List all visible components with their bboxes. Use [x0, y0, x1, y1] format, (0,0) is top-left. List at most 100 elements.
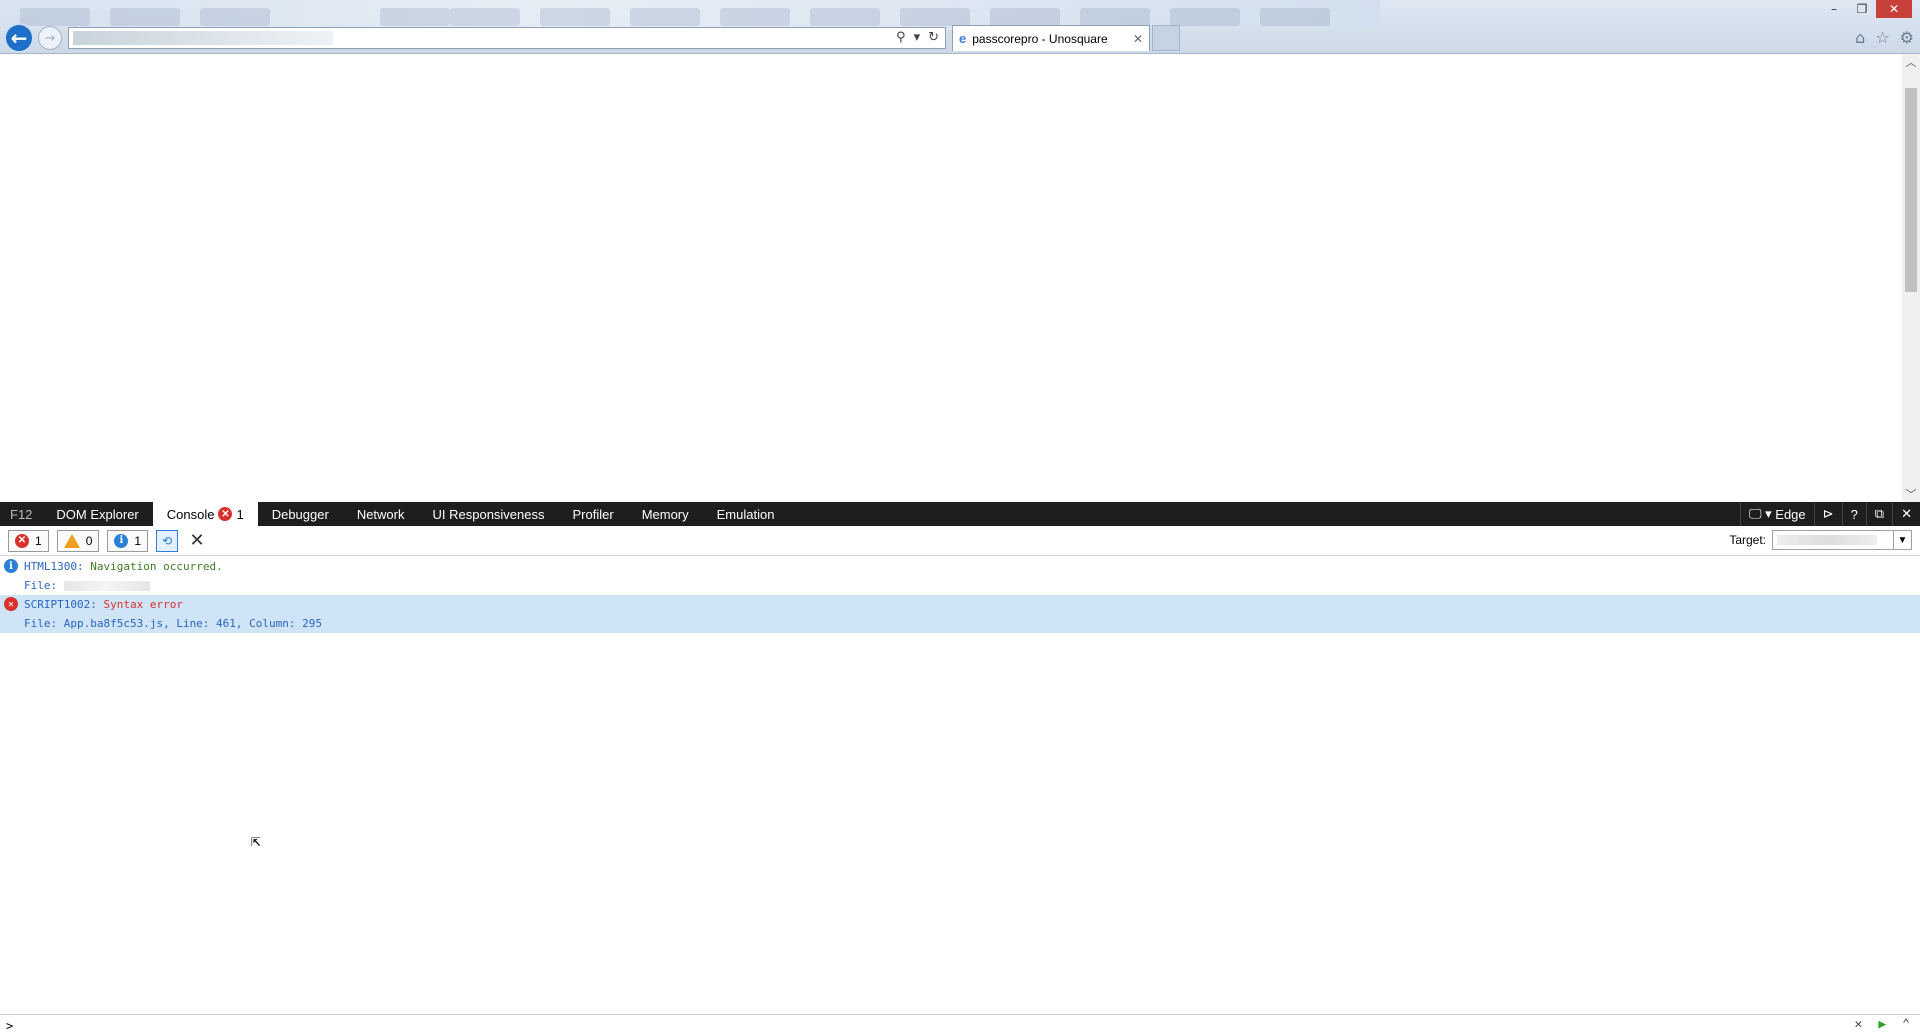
tab-debugger[interactable]: Debugger: [258, 502, 343, 526]
warning-icon: [63, 533, 80, 548]
messages-filter[interactable]: i 1: [107, 529, 149, 552]
console-prompt-icon: ⊳: [1822, 506, 1834, 521]
close-tab-icon[interactable]: ✕: [1133, 32, 1143, 46]
console-message[interactable]: i HTML1300: Navigation occurred. File:: [0, 557, 1920, 595]
clear-icon: ✕: [189, 530, 205, 551]
tab-title: passcorepro - Unosquare: [972, 31, 1108, 46]
refresh-icon[interactable]: ↻: [928, 30, 939, 45]
ie-page-icon: e: [959, 31, 967, 46]
document-mode-label: Edge: [1775, 506, 1806, 522]
console-error-count: 1: [236, 506, 244, 522]
monitor-icon: 🖵: [1748, 506, 1762, 521]
message-text: Navigation occurred.: [90, 560, 223, 573]
help-label: ?: [1850, 506, 1858, 522]
undock-button[interactable]: ⧉: [1865, 502, 1892, 526]
devtools-toolbar: F12 DOM Explorer Console ✕ 1 Debugger Ne…: [0, 502, 1920, 526]
browser-mode-dropdown[interactable]: 🖵 ▾ Edge: [1739, 502, 1814, 526]
warnings-count: 0: [85, 533, 93, 548]
error-icon: ✕: [15, 533, 29, 548]
f12-label: F12: [10, 506, 33, 522]
browser-chrome: – ❐ ✕ ← → ⚲ ▾ ↻ e passcorepro - Unosquar…: [0, 0, 1920, 54]
message-file-link[interactable]: File: App.ba8f5c53.js, Line: 461, Column…: [24, 617, 322, 630]
message-text: Syntax error: [103, 598, 183, 611]
prompt-symbol: >: [6, 1018, 14, 1033]
messages-count: 1: [134, 533, 142, 548]
console-command-line[interactable]: > ✕ ▶ ⌃: [0, 1014, 1920, 1036]
new-tab-button[interactable]: [1152, 25, 1180, 51]
error-icon: ✕: [218, 507, 233, 521]
blurred-url: [73, 31, 333, 45]
address-bar-actions: ⚲ ▾ ↻: [896, 30, 939, 45]
console-toggle-button[interactable]: ⊳: [1813, 502, 1842, 526]
clear-on-navigate-button[interactable]: ⟲: [156, 529, 179, 552]
arrow-left-icon: ←: [10, 26, 28, 50]
tab-label: Debugger: [271, 506, 329, 522]
tab-label: Emulation: [716, 506, 775, 522]
minimize-button[interactable]: –: [1820, 0, 1848, 18]
target-label: Target:: [1729, 533, 1766, 547]
window-controls: – ❐ ✕: [1820, 0, 1912, 18]
navigation-bar: ← → ⚲ ▾ ↻ e passcorepro - Unosquare ✕ ⌂ …: [0, 22, 1920, 54]
tab-label: Console: [166, 506, 215, 522]
address-bar[interactable]: ⚲ ▾ ↻: [68, 27, 946, 49]
run-icon[interactable]: ▶: [1878, 1017, 1886, 1032]
undock-icon: ⧉: [1874, 506, 1885, 521]
chevron-down-icon[interactable]: ▾: [914, 30, 921, 45]
tab-network[interactable]: Network: [343, 502, 419, 526]
errors-filter[interactable]: ✕ 1: [8, 529, 49, 552]
console-output[interactable]: i HTML1300: Navigation occurred. File: ✕…: [0, 557, 1920, 1014]
info-icon: i: [114, 533, 129, 548]
tab-label: DOM Explorer: [56, 506, 139, 522]
command-line-actions: ✕ ▶ ⌃: [1855, 1017, 1910, 1032]
devtools-window-controls: 🖵 ▾ Edge ⊳ ? ⧉ ✕: [1739, 502, 1920, 526]
arrow-right-icon: →: [44, 30, 56, 46]
message-file[interactable]: File:: [24, 579, 57, 592]
clear-input-icon[interactable]: ✕: [1855, 1017, 1863, 1032]
scrollbar-thumb[interactable]: [1905, 88, 1917, 292]
tab-label: UI Responsiveness: [432, 506, 545, 522]
error-icon: ✕: [4, 597, 18, 611]
scroll-up-icon[interactable]: ︿: [1902, 54, 1920, 70]
blurred-file-path: [63, 580, 150, 591]
scroll-down-icon[interactable]: ﹀: [1902, 486, 1920, 502]
message-code: HTML1300:: [24, 560, 84, 573]
tab-label: Memory: [641, 506, 689, 522]
gear-icon[interactable]: ⚙: [1900, 28, 1914, 47]
tab-label: Network: [356, 506, 405, 522]
vertical-scrollbar[interactable]: ︿ ﹀: [1902, 54, 1920, 502]
target-selector: Target: ▼: [1729, 530, 1912, 550]
close-devtools-button[interactable]: ✕: [1892, 502, 1920, 526]
clear-console-button[interactable]: ✕: [186, 530, 208, 552]
restore-button[interactable]: ❐: [1848, 0, 1876, 18]
page-viewport[interactable]: ︿ ﹀: [0, 54, 1920, 502]
back-button[interactable]: ←: [4, 23, 34, 53]
close-window-button[interactable]: ✕: [1876, 0, 1912, 18]
close-icon: ✕: [1901, 506, 1912, 521]
active-browser-tab[interactable]: e passcorepro - Unosquare ✕: [952, 25, 1150, 51]
errors-count: 1: [35, 533, 42, 548]
console-message-selected[interactable]: ✕ SCRIPT1002: Syntax error File: App.ba8…: [0, 595, 1920, 633]
clear-on-navigate-icon: ⟲: [162, 533, 173, 548]
tab-label: Profiler: [572, 506, 614, 522]
chevron-down-icon[interactable]: ▼: [1893, 531, 1911, 549]
message-code: SCRIPT1002:: [24, 598, 97, 611]
tab-ui-responsiveness[interactable]: UI Responsiveness: [419, 502, 559, 526]
console-toolbar: ✕ 1 0 i 1 ⟲ ✕ Target: ▼: [0, 526, 1920, 556]
target-dropdown[interactable]: ▼: [1772, 530, 1912, 550]
tab-dom-explorer[interactable]: DOM Explorer: [42, 502, 152, 526]
tab-memory[interactable]: Memory: [628, 502, 703, 526]
expand-icon[interactable]: ⌃: [1902, 1017, 1910, 1032]
help-button[interactable]: ?: [1841, 502, 1866, 526]
forward-button[interactable]: →: [38, 26, 62, 50]
tab-profiler[interactable]: Profiler: [559, 502, 628, 526]
home-icon[interactable]: ⌂: [1855, 28, 1865, 47]
search-icon[interactable]: ⚲: [896, 30, 906, 45]
info-icon: i: [4, 559, 18, 573]
toolbar-icons: ⌂ ☆ ⚙: [1855, 28, 1914, 47]
tab-console[interactable]: Console ✕ 1: [152, 502, 258, 526]
warnings-filter[interactable]: 0: [56, 529, 100, 552]
tab-emulation[interactable]: Emulation: [703, 502, 789, 526]
mouse-cursor-icon: ⇱: [251, 831, 261, 850]
favorites-star-icon[interactable]: ☆: [1875, 28, 1889, 47]
blurred-target-value: [1777, 535, 1877, 545]
